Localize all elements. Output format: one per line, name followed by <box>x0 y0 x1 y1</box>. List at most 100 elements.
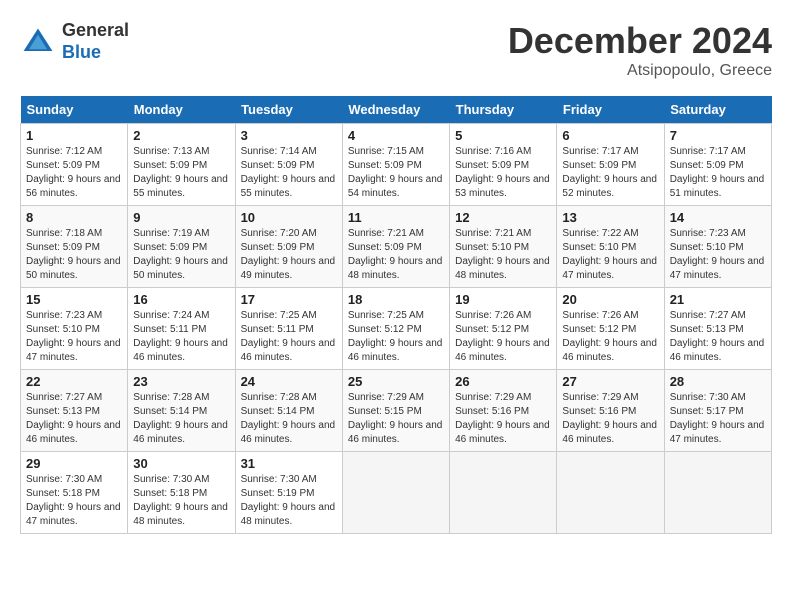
day-info: Sunrise: 7:27 AMSunset: 5:13 PMDaylight:… <box>670 309 766 365</box>
day-info: Sunrise: 7:30 AMSunset: 5:18 PMDaylight:… <box>26 473 122 529</box>
calendar-table: SundayMondayTuesdayWednesdayThursdayFrid… <box>20 96 772 534</box>
calendar-cell <box>664 452 771 534</box>
day-number: 4 <box>348 128 444 143</box>
day-info: Sunrise: 7:30 AMSunset: 5:19 PMDaylight:… <box>241 473 337 529</box>
column-header-friday: Friday <box>557 96 664 124</box>
day-number: 25 <box>348 374 444 389</box>
day-info: Sunrise: 7:15 AMSunset: 5:09 PMDaylight:… <box>348 145 444 201</box>
calendar-cell: 17 Sunrise: 7:25 AMSunset: 5:11 PMDayligh… <box>235 288 342 370</box>
day-number: 17 <box>241 292 337 307</box>
calendar-cell: 23 Sunrise: 7:28 AMSunset: 5:14 PMDayligh… <box>128 370 235 452</box>
day-info: Sunrise: 7:20 AMSunset: 5:09 PMDaylight:… <box>241 227 337 283</box>
week-row-5: 29 Sunrise: 7:30 AMSunset: 5:18 PMDayligh… <box>21 452 772 534</box>
week-row-3: 15 Sunrise: 7:23 AMSunset: 5:10 PMDayligh… <box>21 288 772 370</box>
calendar-cell: 26Sunrise: 7:29 AMSunset: 5:16 PMDayligh… <box>450 370 557 452</box>
day-info: Sunrise: 7:29 AMSunset: 5:15 PMDaylight:… <box>348 391 444 447</box>
day-info: Sunrise: 7:21 AMSunset: 5:10 PMDaylight:… <box>455 227 551 283</box>
day-info: Sunrise: 7:13 AMSunset: 5:09 PMDaylight:… <box>133 145 229 201</box>
day-number: 12 <box>455 210 551 225</box>
header-row: SundayMondayTuesdayWednesdayThursdayFrid… <box>21 96 772 124</box>
day-info: Sunrise: 7:28 AMSunset: 5:14 PMDaylight:… <box>241 391 337 447</box>
day-number: 15 <box>26 292 122 307</box>
day-info: Sunrise: 7:17 AMSunset: 5:09 PMDaylight:… <box>670 145 766 201</box>
column-header-saturday: Saturday <box>664 96 771 124</box>
location: Atsipopoulo, Greece <box>508 62 772 80</box>
day-number: 5 <box>455 128 551 143</box>
day-number: 27 <box>562 374 658 389</box>
week-row-4: 22Sunrise: 7:27 AMSunset: 5:13 PMDayligh… <box>21 370 772 452</box>
day-number: 26 <box>455 374 551 389</box>
day-info: Sunrise: 7:12 AMSunset: 5:09 PMDaylight:… <box>26 145 122 201</box>
column-header-wednesday: Wednesday <box>342 96 449 124</box>
day-info: Sunrise: 7:17 AMSunset: 5:09 PMDaylight:… <box>562 145 658 201</box>
title-block: December 2024 Atsipopoulo, Greece <box>508 20 772 80</box>
day-number: 19 <box>455 292 551 307</box>
column-header-thursday: Thursday <box>450 96 557 124</box>
logo: General Blue <box>20 20 129 63</box>
day-info: Sunrise: 7:25 AMSunset: 5:11 PMDaylight:… <box>241 309 337 365</box>
calendar-cell: 10 Sunrise: 7:20 AMSunset: 5:09 PMDayligh… <box>235 206 342 288</box>
calendar-cell <box>450 452 557 534</box>
column-header-tuesday: Tuesday <box>235 96 342 124</box>
day-info: Sunrise: 7:25 AMSunset: 5:12 PMDaylight:… <box>348 309 444 365</box>
calendar-cell: 30Sunrise: 7:30 AMSunset: 5:18 PMDayligh… <box>128 452 235 534</box>
day-number: 24 <box>241 374 337 389</box>
day-number: 8 <box>26 210 122 225</box>
day-number: 1 <box>26 128 122 143</box>
day-number: 9 <box>133 210 229 225</box>
day-number: 14 <box>670 210 766 225</box>
day-info: Sunrise: 7:26 AMSunset: 5:12 PMDaylight:… <box>455 309 551 365</box>
calendar-cell: 9Sunrise: 7:19 AMSunset: 5:09 PMDaylight… <box>128 206 235 288</box>
day-number: 29 <box>26 456 122 471</box>
day-info: Sunrise: 7:22 AMSunset: 5:10 PMDaylight:… <box>562 227 658 283</box>
day-info: Sunrise: 7:14 AMSunset: 5:09 PMDaylight:… <box>241 145 337 201</box>
calendar-cell: 31Sunrise: 7:30 AMSunset: 5:19 PMDayligh… <box>235 452 342 534</box>
day-number: 11 <box>348 210 444 225</box>
column-header-monday: Monday <box>128 96 235 124</box>
day-info: Sunrise: 7:24 AMSunset: 5:11 PMDaylight:… <box>133 309 229 365</box>
day-number: 3 <box>241 128 337 143</box>
day-number: 18 <box>348 292 444 307</box>
day-number: 10 <box>241 210 337 225</box>
day-number: 20 <box>562 292 658 307</box>
day-info: Sunrise: 7:18 AMSunset: 5:09 PMDaylight:… <box>26 227 122 283</box>
day-number: 13 <box>562 210 658 225</box>
day-info: Sunrise: 7:28 AMSunset: 5:14 PMDaylight:… <box>133 391 229 447</box>
week-row-2: 8 Sunrise: 7:18 AMSunset: 5:09 PMDaylight… <box>21 206 772 288</box>
day-info: Sunrise: 7:23 AMSunset: 5:10 PMDaylight:… <box>26 309 122 365</box>
calendar-cell: 1 Sunrise: 7:12 AMSunset: 5:09 PMDaylight… <box>21 124 128 206</box>
calendar-cell: 18 Sunrise: 7:25 AMSunset: 5:12 PMDayligh… <box>342 288 449 370</box>
calendar-cell: 2Sunrise: 7:13 AMSunset: 5:09 PMDaylight… <box>128 124 235 206</box>
day-number: 16 <box>133 292 229 307</box>
month-title: December 2024 <box>508 20 772 62</box>
calendar-cell: 13 Sunrise: 7:22 AMSunset: 5:10 PMDayligh… <box>557 206 664 288</box>
day-number: 6 <box>562 128 658 143</box>
day-number: 22 <box>26 374 122 389</box>
calendar-cell: 29 Sunrise: 7:30 AMSunset: 5:18 PMDayligh… <box>21 452 128 534</box>
calendar-cell: 14 Sunrise: 7:23 AMSunset: 5:10 PMDayligh… <box>664 206 771 288</box>
day-info: Sunrise: 7:23 AMSunset: 5:10 PMDaylight:… <box>670 227 766 283</box>
calendar-cell: 25 Sunrise: 7:29 AMSunset: 5:15 PMDayligh… <box>342 370 449 452</box>
calendar-cell: 24 Sunrise: 7:28 AMSunset: 5:14 PMDayligh… <box>235 370 342 452</box>
calendar-cell: 21 Sunrise: 7:27 AMSunset: 5:13 PMDayligh… <box>664 288 771 370</box>
calendar-cell: 20 Sunrise: 7:26 AMSunset: 5:12 PMDayligh… <box>557 288 664 370</box>
calendar-cell: 8 Sunrise: 7:18 AMSunset: 5:09 PMDaylight… <box>21 206 128 288</box>
logo-text: General Blue <box>62 20 129 63</box>
page-header: General Blue December 2024 Atsipopoulo, … <box>20 20 772 80</box>
day-info: Sunrise: 7:26 AMSunset: 5:12 PMDaylight:… <box>562 309 658 365</box>
calendar-cell: 22Sunrise: 7:27 AMSunset: 5:13 PMDayligh… <box>21 370 128 452</box>
day-info: Sunrise: 7:29 AMSunset: 5:16 PMDaylight:… <box>562 391 658 447</box>
calendar-cell: 3 Sunrise: 7:14 AMSunset: 5:09 PMDaylight… <box>235 124 342 206</box>
calendar-cell: 19 Sunrise: 7:26 AMSunset: 5:12 PMDayligh… <box>450 288 557 370</box>
day-info: Sunrise: 7:30 AMSunset: 5:18 PMDaylight:… <box>133 473 229 529</box>
calendar-cell: 6 Sunrise: 7:17 AMSunset: 5:09 PMDaylight… <box>557 124 664 206</box>
day-number: 23 <box>133 374 229 389</box>
day-number: 7 <box>670 128 766 143</box>
column-header-sunday: Sunday <box>21 96 128 124</box>
calendar-cell: 16 Sunrise: 7:24 AMSunset: 5:11 PMDayligh… <box>128 288 235 370</box>
day-number: 21 <box>670 292 766 307</box>
week-row-1: 1 Sunrise: 7:12 AMSunset: 5:09 PMDaylight… <box>21 124 772 206</box>
day-info: Sunrise: 7:30 AMSunset: 5:17 PMDaylight:… <box>670 391 766 447</box>
calendar-cell: 4 Sunrise: 7:15 AMSunset: 5:09 PMDaylight… <box>342 124 449 206</box>
calendar-cell: 27 Sunrise: 7:29 AMSunset: 5:16 PMDayligh… <box>557 370 664 452</box>
